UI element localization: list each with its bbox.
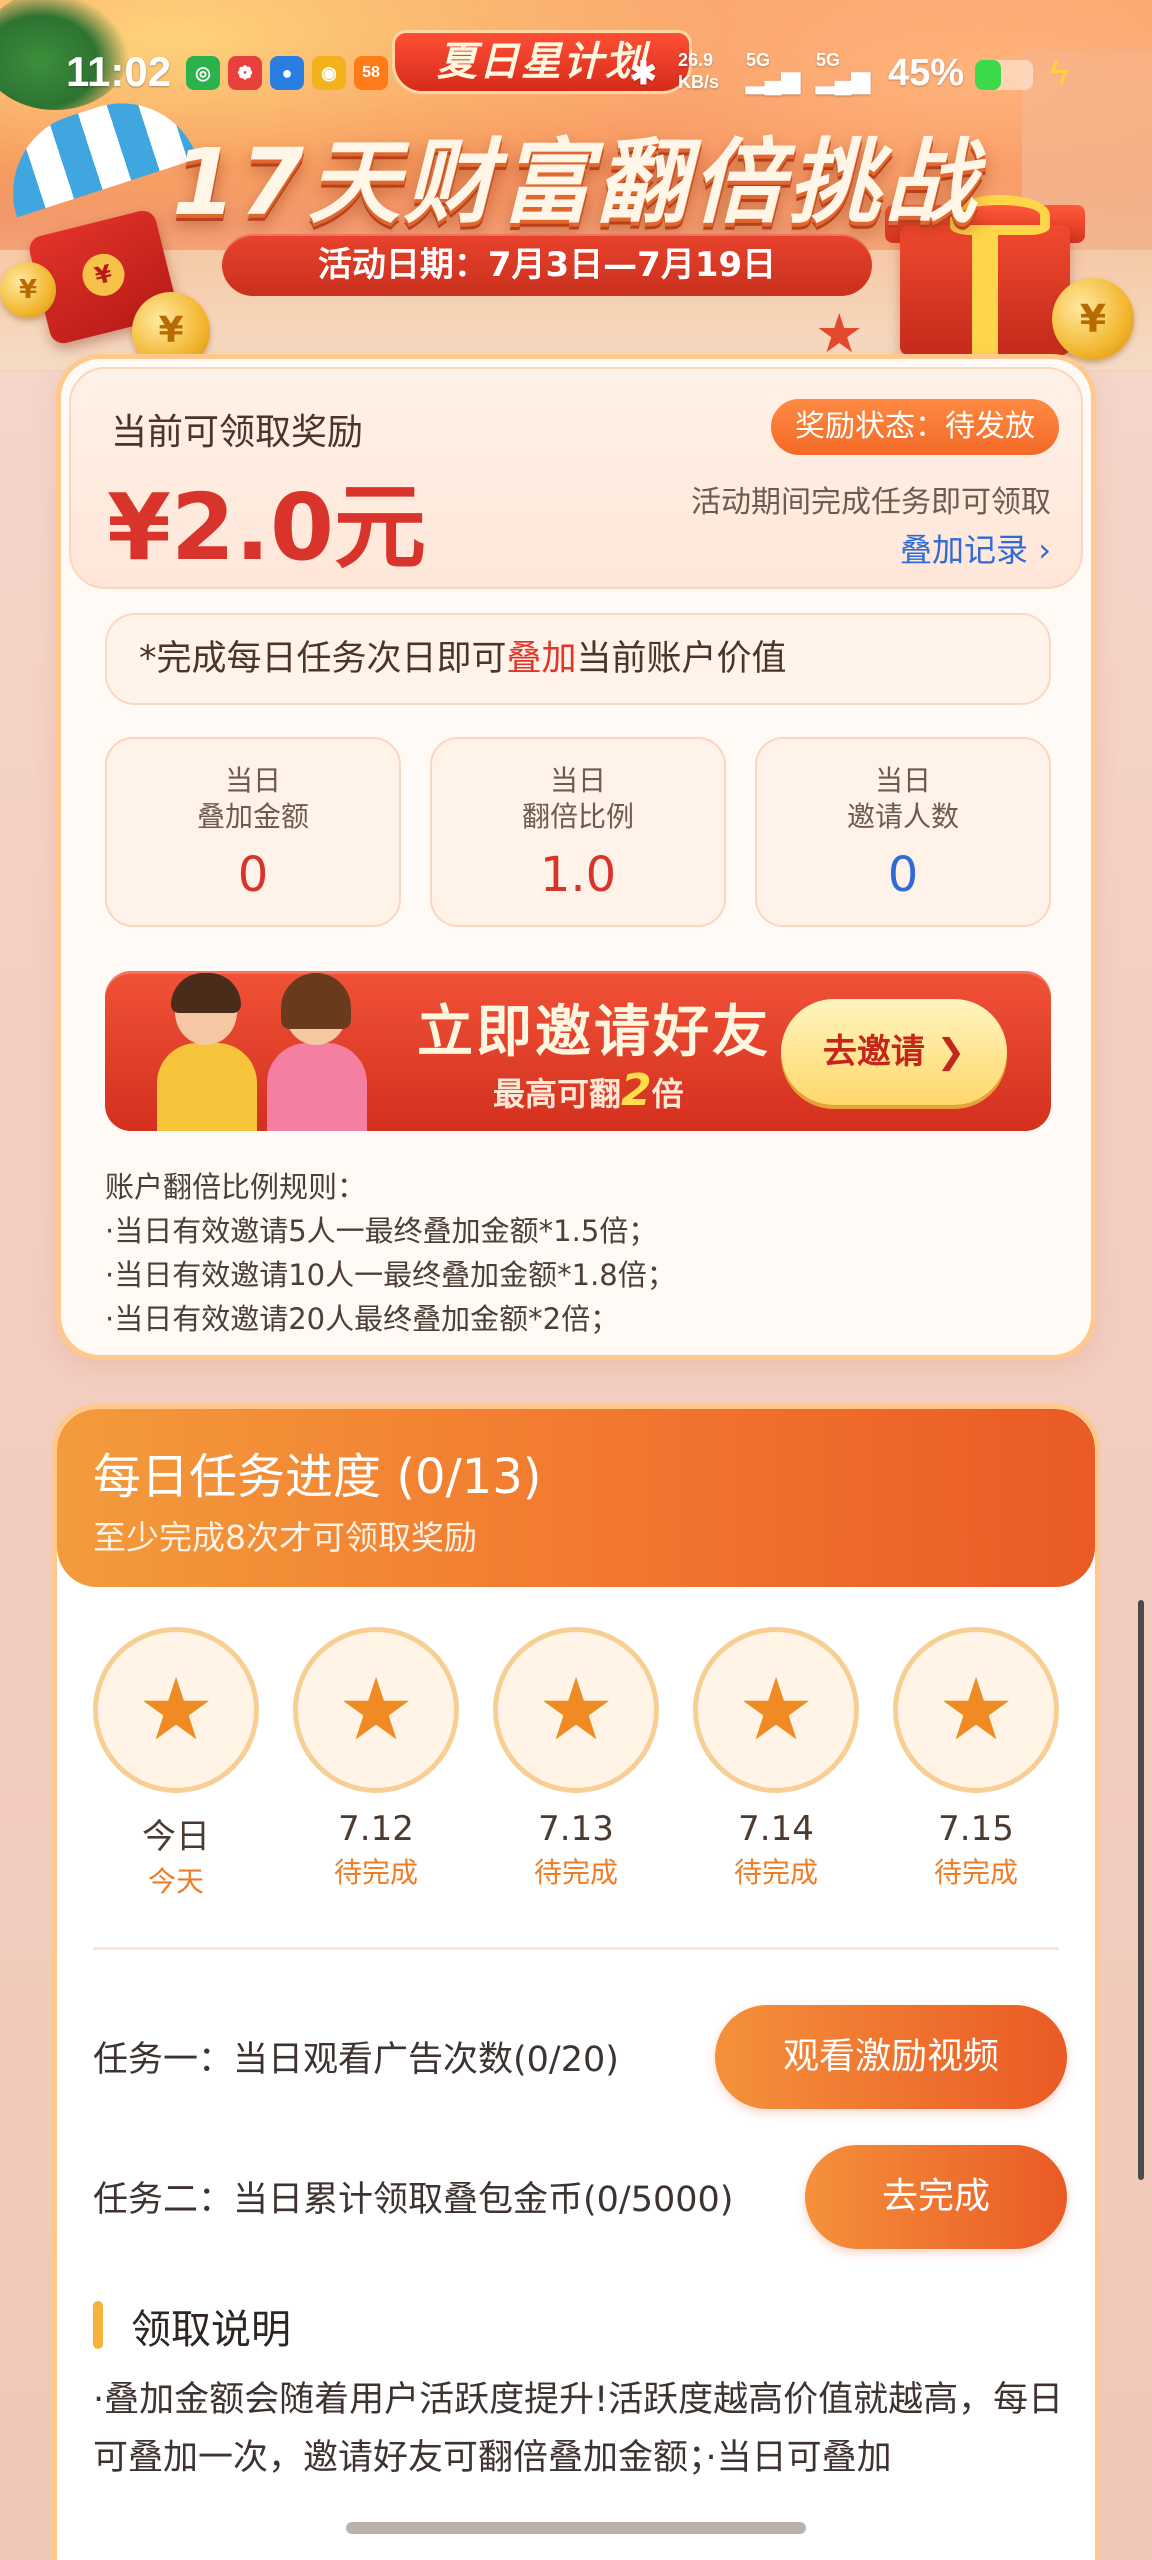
invite-banner[interactable]: 立即邀请好友 最高可翻2倍 去邀请 ❯ xyxy=(105,971,1051,1131)
day-circle: ★ xyxy=(893,1627,1059,1793)
stat-label-line2: 邀请人数 xyxy=(846,800,959,833)
star-icon: ★ xyxy=(937,1660,1015,1760)
invite-subtitle: 最高可翻2倍 xyxy=(493,1065,684,1116)
battery-percent: 45% xyxy=(888,52,965,94)
day-status: 今天 xyxy=(147,1865,204,1898)
day-circle: ★ xyxy=(93,1627,259,1793)
day-date: 7.13 xyxy=(538,1809,614,1849)
instructions-title: 领取说明 xyxy=(131,2307,291,2353)
day-item: ★ 7.15 待完成 xyxy=(893,1627,1059,1891)
day-date: 7.14 xyxy=(738,1809,814,1849)
app-icon-green: ◎ xyxy=(186,56,220,90)
stat-invite-count: 当日 邀请人数 0 xyxy=(755,737,1051,927)
task2-label: 任务二：当日累计领取叠包金币(0/5000) xyxy=(93,2180,734,2220)
stat-multiplier: 当日 翻倍比例 1.0 xyxy=(430,737,726,927)
task-card-header: 每日任务进度 (0/13) 至少完成8次才可领取奖励 xyxy=(57,1409,1095,1587)
rule-item: ·当日有效邀请5人一最终叠加金额*1.5倍； xyxy=(105,1214,658,1248)
stat-label-line1: 当日 xyxy=(549,764,606,797)
net-speed: 26.9 xyxy=(678,50,714,70)
stat-label-line1: 当日 xyxy=(874,764,931,797)
reward-card: 当前可领取奖励 ¥2.0元 奖励状态：待发放 活动期间完成任务即可领取 叠加记录… xyxy=(56,354,1096,1360)
day-item: ★ 7.12 待完成 xyxy=(293,1627,459,1891)
task-progress-subtitle: 至少完成8次才可领取奖励 xyxy=(93,1518,477,1557)
daily-task-card: 每日任务进度 (0/13) 至少完成8次才可领取奖励 ★ 今日 今天 ★ 7.1… xyxy=(52,1404,1100,2560)
stack-record-link[interactable]: 叠加记录 › xyxy=(900,525,1051,571)
notice-highlight: 叠加 xyxy=(506,639,577,679)
stat-value: 1.0 xyxy=(539,847,617,903)
coin-icon: ¥ xyxy=(1052,278,1134,360)
day-status: 待完成 xyxy=(933,1856,1018,1889)
boy-illustration xyxy=(145,971,265,1131)
day-circle: ★ xyxy=(693,1627,859,1793)
charging-icon: ϟ xyxy=(1050,54,1068,92)
stat-stack-amount: 当日 叠加金额 0 xyxy=(105,737,401,927)
rule-item: ·当日有效邀请20人最终叠加金额*2倍； xyxy=(105,1302,620,1336)
battery-icon xyxy=(975,60,1033,90)
stat-value: 0 xyxy=(237,847,269,903)
coin-icon: ¥ xyxy=(0,262,56,318)
complete-task-button[interactable]: 去完成 xyxy=(805,2145,1067,2249)
multiplier-rules: 账户翻倍比例规则： ·当日有效邀请5人一最终叠加金额*1.5倍； ·当日有效邀请… xyxy=(105,1165,676,1341)
day-item: ★ 7.13 待完成 xyxy=(493,1627,659,1891)
reward-hint: 活动期间完成任务即可领取 xyxy=(691,485,1051,520)
notice-prefix: *完成每日任务次日即可 xyxy=(139,639,507,679)
instructions-text: ·叠加金额会随着用户活跃度提升!活跃度越高价值就越高，每日可叠加一次，邀请好友可… xyxy=(93,2380,1064,2478)
day-status: 待完成 xyxy=(333,1856,418,1889)
girl-illustration xyxy=(255,971,375,1131)
app-icon-red: ❁ xyxy=(228,56,262,90)
reward-value: ¥2.0元 xyxy=(107,474,426,581)
signal-icon: ▂▄▆ xyxy=(746,67,800,94)
notification-icons: ◎ ❁ ● ◉ 58 xyxy=(186,56,396,90)
day-date: 7.12 xyxy=(338,1809,414,1849)
watch-video-button[interactable]: 观看激励视频 xyxy=(715,2005,1067,2109)
star-icon: ★ xyxy=(137,1660,215,1760)
status-bar: 11:02 ◎ ❁ ● ◉ 58 ✱ 26.9 KB/s 5G ▂▄▆ 5G ▂▄▆ 4… xyxy=(0,40,1152,110)
rules-title: 账户翻倍比例规则： xyxy=(105,1170,367,1204)
star-icon: ★ xyxy=(337,1660,415,1760)
app-icon-yellow: ◉ xyxy=(312,56,346,90)
scrollbar[interactable] xyxy=(1138,1600,1144,2180)
day-item: ★ 今日 今天 xyxy=(93,1627,259,1900)
day-circle: ★ xyxy=(293,1627,459,1793)
section-marker xyxy=(93,2301,103,2349)
reward-label: 当前可领取奖励 xyxy=(111,412,364,453)
day-circle: ★ xyxy=(493,1627,659,1793)
star-icon: ★ xyxy=(537,1660,615,1760)
home-indicator[interactable] xyxy=(346,2522,806,2534)
status-time: 11:02 xyxy=(66,48,172,95)
divider xyxy=(93,1947,1059,1950)
day-date: 7.15 xyxy=(938,1809,1014,1849)
task1-label: 任务一：当日观看广告次数(0/20) xyxy=(93,2040,619,2080)
gift-box-icon xyxy=(900,225,1070,355)
daily-notice: *完成每日任务次日即可叠加当前账户价值 xyxy=(105,613,1051,705)
status-right: ✱ 26.9 KB/s 5G ▂▄▆ 5G ▂▄▆ 45% ϟ xyxy=(630,50,1090,100)
bluetooth-icon: ✱ xyxy=(630,55,657,91)
reward-summary: 当前可领取奖励 ¥2.0元 奖励状态：待发放 活动期间完成任务即可领取 叠加记录… xyxy=(69,367,1083,589)
stat-label-line2: 翻倍比例 xyxy=(521,800,634,833)
invite-title: 立即邀请好友 xyxy=(417,1000,771,1065)
day-item: ★ 7.14 待完成 xyxy=(693,1627,859,1891)
invite-button[interactable]: 去邀请 ❯ xyxy=(781,999,1007,1105)
activity-date: 活动日期：7月3日—7月19日 xyxy=(222,234,872,296)
task-progress-title: 每日任务进度 (0/13) xyxy=(93,1449,542,1505)
day-status: 待完成 xyxy=(733,1856,818,1889)
net-speed-unit: KB/s xyxy=(678,72,720,92)
stat-label-line2: 叠加金额 xyxy=(196,800,309,833)
day-status: 待完成 xyxy=(533,1856,618,1889)
rule-item: ·当日有效邀请10人一最终叠加金额*1.8倍； xyxy=(105,1258,676,1292)
hero-title: 17天财富翻倍挑战 xyxy=(171,129,981,236)
signal-icon: ▂▄▆ xyxy=(816,67,870,94)
app-icon-58: 58 xyxy=(354,56,388,90)
day-date: 今日 xyxy=(142,1817,210,1857)
app-icon-blue: ● xyxy=(270,56,304,90)
reward-status-badge: 奖励状态：待发放 xyxy=(771,399,1059,455)
star-icon: ★ xyxy=(737,1660,815,1760)
notice-suffix: 当前账户价值 xyxy=(576,639,787,679)
stat-label-line1: 当日 xyxy=(224,764,281,797)
stat-value: 0 xyxy=(887,847,919,903)
